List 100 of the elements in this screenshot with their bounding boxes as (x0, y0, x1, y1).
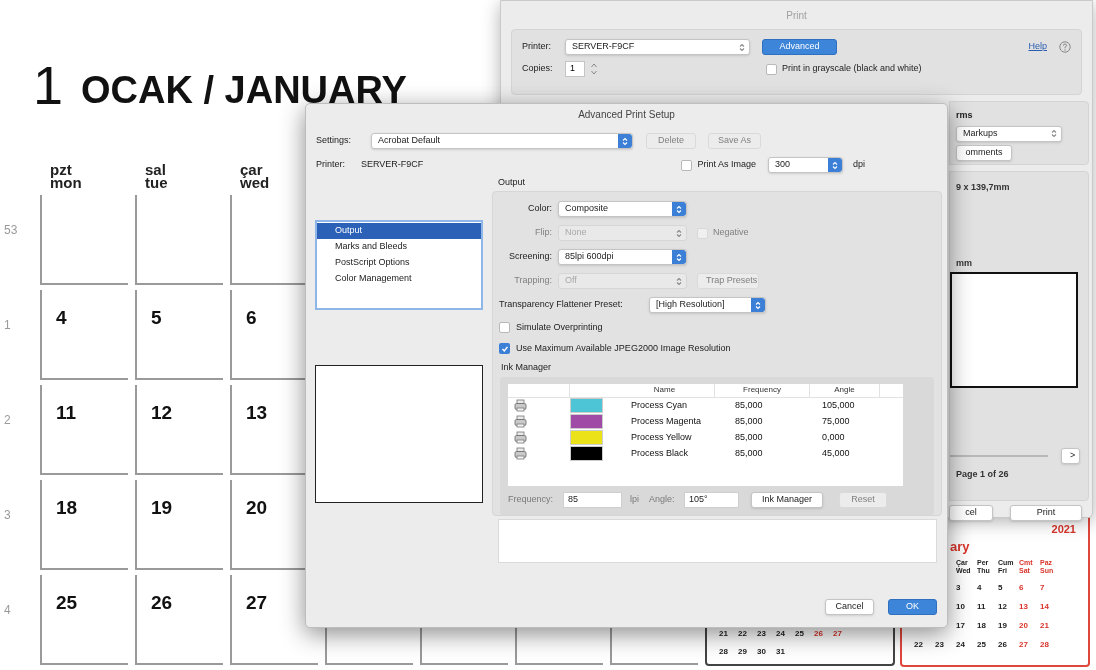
dropdown[interactable]: Markups (956, 125, 1062, 142)
checkbox[interactable] (499, 322, 510, 333)
day-number: 22 (914, 638, 924, 651)
frequency-field[interactable]: 85 (563, 491, 622, 508)
checkbox-label: Negative (713, 226, 749, 240)
table-cell-text: 0,000 (821, 430, 846, 444)
day-number: 25 (977, 638, 987, 651)
day-number: 25 (795, 628, 805, 640)
table-cell-text: 85,000 (734, 414, 764, 428)
day-number: 28 (1040, 638, 1050, 651)
week-number: 1 (4, 318, 11, 332)
day-number: 21 (1040, 619, 1050, 632)
printer-name: SERVER-F9CF (361, 158, 424, 172)
help-link[interactable]: Help (1028, 40, 1047, 54)
week-number: 3 (4, 508, 11, 522)
day-number: 14 (1040, 600, 1050, 613)
field-label: Flip: (534, 226, 553, 240)
column-header[interactable]: Angle (834, 384, 855, 396)
list-item[interactable]: Marks and Bleeds (317, 239, 481, 255)
weekday-label: wed (240, 176, 271, 190)
checkbox[interactable] (681, 159, 693, 171)
checkbox-label: Simulate Overprinting (516, 320, 603, 334)
list-item[interactable]: Output (317, 223, 481, 239)
field-label: Angle: (649, 492, 676, 506)
updown-arrow-icon (1051, 129, 1057, 138)
push-button[interactable]: Print (1010, 505, 1082, 521)
table-cell-text: 85,000 (734, 430, 764, 444)
dropdown[interactable]: Acrobat Default (371, 133, 633, 149)
day-number: 4 (977, 581, 983, 594)
day-number: 18 (56, 497, 78, 518)
dropdown[interactable]: 300 (768, 157, 843, 173)
checkbox[interactable] (766, 63, 777, 75)
month-label: ary (950, 538, 970, 554)
ink-name: Process Magenta (630, 414, 703, 428)
updown-arrow-icon (676, 204, 682, 214)
day-number: 24 (956, 638, 966, 651)
checkbox[interactable] (499, 343, 510, 354)
checkmark-icon (500, 344, 509, 353)
day-number: 5 (998, 581, 1004, 594)
day-number: 22 (738, 628, 748, 640)
push-button[interactable]: Ink Manager (751, 491, 823, 508)
day-number: 31 (776, 646, 786, 658)
dropdown[interactable]: [High Resolution] (649, 297, 766, 313)
ink-name: Process Yellow (630, 430, 693, 444)
push-button[interactable]: cel (949, 505, 993, 521)
day-number: 25 (56, 592, 78, 613)
day-number: 27 (246, 592, 268, 613)
day-number: 4 (56, 307, 67, 328)
day-number: 26 (151, 592, 173, 613)
push-button[interactable]: Cancel (825, 599, 874, 615)
field-label: Printer: (316, 158, 346, 172)
unit-label: lpi (630, 492, 639, 506)
list-item[interactable]: Color Management (317, 271, 481, 287)
day-number: 23 (757, 628, 767, 640)
field-label: Transparency Flattener Preset: (499, 298, 624, 312)
table-cell-text: 85,000 (734, 446, 764, 460)
day-number: 5 (151, 307, 162, 328)
printer-icon (514, 415, 527, 428)
field-label: Screening: (507, 250, 553, 264)
push-button[interactable]: > (1061, 448, 1080, 464)
checkbox-label: Use Maximum Available JPEG2000 Image Resolution (516, 341, 731, 355)
day-number: 26 (998, 638, 1008, 651)
checkbox-label: Print in grayscale (black and white) (782, 62, 922, 76)
push-button[interactable]: OK (888, 599, 937, 615)
printer-icon (514, 431, 527, 444)
push-button[interactable]: omments (956, 144, 1012, 161)
group-heading: Ink Manager (500, 361, 553, 374)
day-number: 13 (246, 402, 268, 423)
list-item[interactable]: PostScript Options (317, 255, 481, 271)
field-label: Settings: (316, 134, 353, 148)
window-title: Print (786, 8, 807, 23)
copies-field[interactable]: 1 (565, 61, 585, 77)
checkbox-label: Print As Image (697, 158, 756, 172)
dropdown[interactable]: 85lpi 600dpi (558, 249, 687, 265)
day-number: 11 (977, 600, 987, 613)
week-number: 2 (4, 413, 11, 427)
day-number: 27 (1019, 638, 1029, 651)
push-button[interactable]: Advanced (762, 39, 837, 55)
page-size-label: 9 x 139,7mm (956, 181, 1011, 194)
dropdown[interactable]: Composite (558, 201, 687, 217)
day-number: 13 (1019, 600, 1029, 613)
updown-arrow-icon (739, 42, 745, 52)
scale-label: mm (956, 256, 972, 270)
ink-name: Process Black (630, 446, 690, 460)
day-number: 19 (998, 619, 1008, 632)
day-number: 6 (1019, 581, 1025, 594)
updown-arrow-icon (676, 276, 682, 286)
day-number: 21 (719, 628, 729, 640)
dropdown[interactable]: SERVER-F9CF (565, 39, 750, 55)
field-label: Color: (527, 202, 553, 216)
day-number: 20 (246, 497, 268, 518)
column-header[interactable]: Name (653, 384, 676, 396)
column-header[interactable]: Frequency (743, 384, 781, 396)
day-number: 11 (56, 402, 77, 423)
day-number: 6 (246, 307, 257, 328)
window-title: Advanced Print Setup (578, 107, 675, 122)
angle-field[interactable]: 105° (684, 491, 739, 508)
day-number: 24 (776, 628, 786, 640)
updown-arrow-icon (676, 228, 682, 238)
table-cell-text: 85,000 (734, 398, 764, 412)
